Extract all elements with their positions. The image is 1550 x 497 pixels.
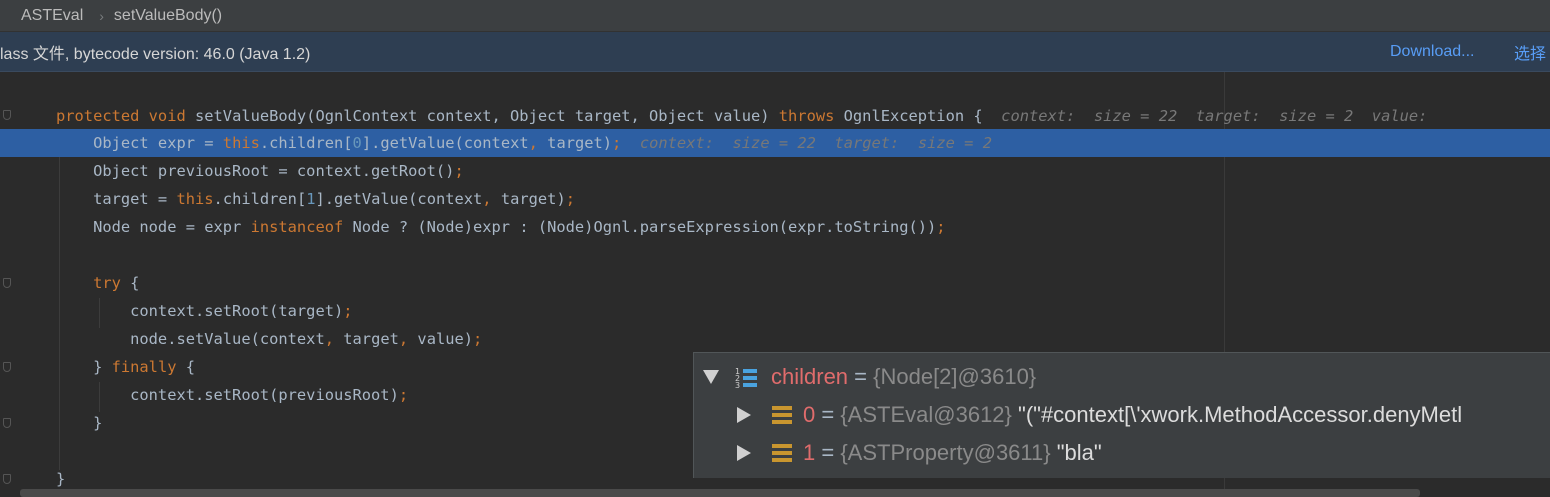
code-text: target) [547, 134, 613, 152]
semicolon: ; [454, 162, 464, 180]
inline-debug-hint: context: size = 22 target: size = 2 valu… [982, 107, 1428, 125]
variable-name: 1 [803, 440, 816, 465]
code-text: target) [500, 190, 566, 208]
code-text: Node node = expr [56, 218, 251, 236]
breadcrumb-class[interactable]: ASTEval [0, 7, 83, 25]
code-text: target = [56, 190, 177, 208]
code-text: Object expr = [56, 134, 223, 152]
expand-arrow-icon[interactable] [737, 445, 751, 461]
separator: , [482, 190, 501, 208]
variable-type: {Node[2]@3610} [873, 364, 1037, 389]
code-text: context.setRoot(previousRoot) [56, 386, 399, 404]
semicolon: ; [612, 134, 622, 152]
banner-message: lass 文件, bytecode version: 46.0 (Java 1.… [0, 45, 311, 63]
keyword: this [176, 190, 214, 208]
equals-sign: = [848, 364, 874, 389]
variable-label: 1 = {ASTProperty@3611} "bla" [803, 434, 1102, 472]
variable-node-children[interactable]: 1 2 3 children = {Node[2]@3610} [694, 358, 1550, 396]
code-text: } [56, 358, 112, 376]
number-literal: 0 [352, 134, 362, 152]
equals-sign: = [815, 440, 841, 465]
number-literal: 1 [306, 190, 316, 208]
code-text: .children[ [213, 190, 307, 208]
semicolon: ; [398, 386, 409, 404]
breadcrumb: ASTEval › setValueBody() [0, 0, 1550, 32]
code-text: } [56, 470, 66, 488]
code-text: } [56, 414, 103, 432]
code-text: { [120, 274, 140, 292]
keyword: instanceof [250, 218, 344, 236]
method-signature: setValueBody(OgnlContext context, Object… [195, 107, 779, 125]
breadcrumb-method[interactable]: setValueBody() [114, 7, 222, 25]
keyword: this [222, 134, 260, 152]
code-line[interactable]: Object previousRoot = context.getRoot(); [0, 157, 1550, 185]
variable-label: 0 = {ASTEval@3612} "("#context[\'xwork.M… [803, 396, 1462, 434]
code-line[interactable]: Node node = expr instanceof Node ? (Node… [0, 213, 1550, 241]
semicolon: ; [343, 302, 353, 320]
collapse-arrow-icon[interactable] [703, 370, 719, 384]
field-icon [772, 406, 792, 424]
code-text: target [343, 330, 399, 348]
code-editor[interactable]: protected void setValueBody(OgnlContext … [0, 72, 1550, 497]
separator: , [324, 330, 344, 348]
code-line[interactable]: node.setValue(context, target, value); [0, 325, 1550, 353]
code-text: node.setValue(context [56, 330, 325, 348]
variable-name: 0 [803, 402, 816, 427]
variable-value: "("#context[\'xwork.MethodAccessor.denyM… [1011, 402, 1463, 427]
variable-node-child-1[interactable]: 1 = {ASTProperty@3611} "bla" [694, 434, 1550, 472]
keyword: try [56, 274, 121, 292]
variable-value: "bla" [1050, 440, 1102, 465]
code-text: value) [417, 330, 474, 348]
expand-arrow-icon[interactable] [737, 407, 751, 423]
choose-sources-link[interactable]: 选择 [1514, 40, 1546, 64]
code-text: { [176, 358, 196, 376]
semicolon: ; [473, 330, 483, 348]
separator: , [528, 134, 548, 152]
code-line[interactable]: protected void setValueBody(OgnlContext … [0, 102, 1550, 130]
current-execution-line[interactable]: Object expr = this.children[0].getValue(… [0, 129, 1550, 157]
semicolon: ; [565, 190, 575, 208]
inline-debug-hint: context: size = 22 target: size = 2 [621, 134, 992, 152]
download-sources-link[interactable]: Download... [1390, 43, 1475, 61]
code-text: ].getValue(context [315, 190, 483, 208]
code-text: .children[ [259, 134, 353, 152]
keyword: throws [778, 107, 844, 125]
horizontal-scrollbar[interactable] [20, 489, 1420, 497]
keyword: finally [111, 358, 177, 376]
keyword: protected void [56, 107, 195, 125]
svg-text:3: 3 [735, 381, 740, 390]
semicolon: ; [936, 218, 946, 236]
code-line[interactable]: target = this.children[1].getValue(conte… [0, 185, 1550, 213]
array-icon: 1 2 3 [735, 367, 757, 390]
code-text: ].getValue(context [361, 134, 529, 152]
equals-sign: = [815, 402, 841, 427]
variable-label: children = {Node[2]@3610} [771, 358, 1036, 396]
variable-type: {ASTProperty@3611} [840, 440, 1051, 465]
code-line[interactable]: context.setRoot(target); [0, 297, 1550, 325]
code-text: Object previousRoot = context.getRoot() [56, 162, 455, 180]
variable-type: {ASTEval@3612} [840, 402, 1012, 427]
exception-type: OgnlException { [843, 107, 983, 125]
code-text: Node ? (Node)expr : (Node)Ognl.parseExpr… [343, 218, 937, 236]
field-icon [772, 444, 792, 462]
breadcrumb-separator: › [99, 7, 104, 24]
code-line[interactable]: try { [0, 269, 1550, 297]
code-text: context.setRoot(target) [56, 302, 344, 320]
variable-node-child-0[interactable]: 0 = {ASTEval@3612} "("#context[\'xwork.M… [694, 396, 1550, 434]
debug-variables-popup[interactable]: 1 2 3 children = {Node[2]@3610} 0 = {AST… [693, 352, 1550, 478]
separator: , [398, 330, 418, 348]
decompiled-notice-banner: lass 文件, bytecode version: 46.0 (Java 1.… [0, 32, 1550, 72]
variable-name: children [771, 364, 849, 389]
